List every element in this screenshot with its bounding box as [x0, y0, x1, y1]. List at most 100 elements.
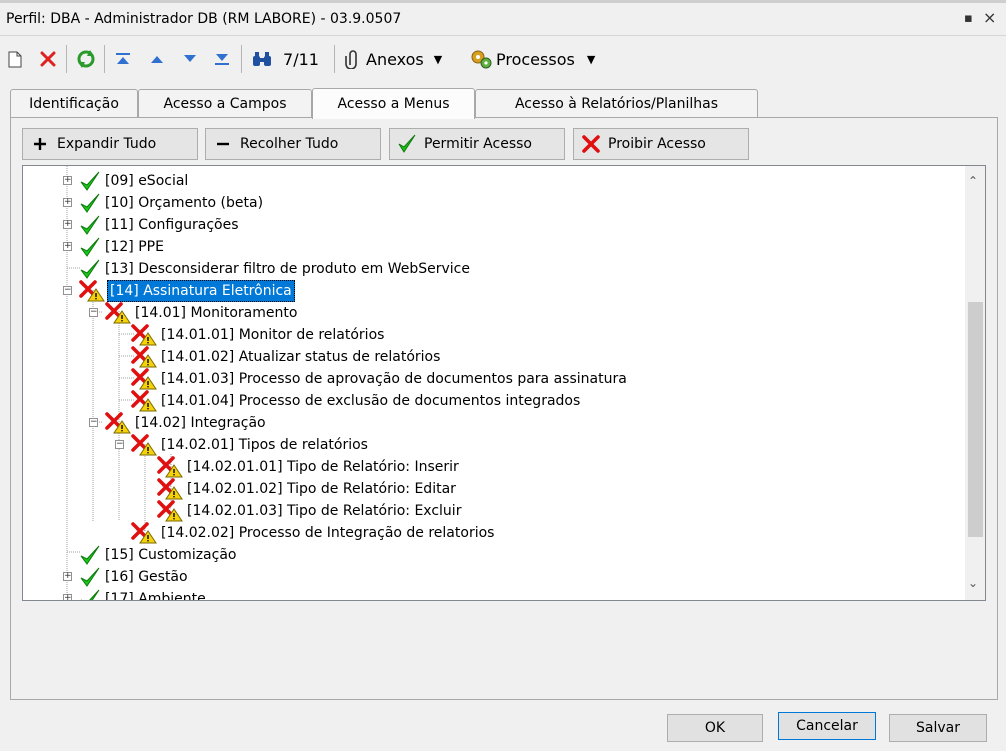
delete-x-icon [40, 51, 56, 67]
last-record-button[interactable] [211, 37, 233, 81]
expand-node-icon[interactable]: + [63, 198, 72, 207]
allowed-check-icon [79, 237, 101, 257]
tree-item-label: [14.02.01] Tipos de relatórios [161, 437, 368, 453]
tree-item[interactable]: [14.01.02] Atualizar status de relatório… [113, 346, 442, 368]
tree-item-label: [16] Gestão [105, 569, 188, 585]
tree-item-label: [14] Assinatura Eletrônica [107, 280, 295, 302]
tree-item[interactable]: [14.01.04] Processo de exclusão de docum… [113, 390, 582, 412]
minus-icon [206, 137, 240, 151]
chevron-down-icon: ▼ [433, 52, 443, 66]
ok-button[interactable]: OK [667, 714, 763, 742]
tree-item-label: [14.02.01.01] Tipo de Relatório: Inserir [187, 459, 459, 475]
tab-label: Acesso à Relatórios/Planilhas [514, 96, 719, 112]
delete-record-button[interactable] [36, 37, 60, 81]
scroll-thumb[interactable] [968, 302, 983, 537]
tab-acesso-relatorios[interactable]: Acesso à Relatórios/Planilhas [475, 89, 758, 118]
attachments-menu-button[interactable]: Anexos ▼ [344, 37, 460, 81]
tree-item[interactable]: − [14.01] Monitoramento [87, 302, 299, 324]
find-button[interactable] [248, 37, 276, 81]
restore-icon[interactable]: ▪ [964, 11, 973, 26]
ok-label: OK [704, 720, 726, 736]
refresh-icon [77, 50, 95, 68]
expand-node-icon[interactable]: + [63, 176, 72, 185]
collapse-node-icon[interactable]: − [89, 418, 98, 427]
menu-tree[interactable]: + [09] eSocial + [10] Orçamento (beta) + [11]… [22, 165, 986, 601]
tree-item-label: [10] Orçamento (beta) [105, 195, 264, 211]
scroll-up-icon[interactable]: ⌃ [968, 174, 978, 188]
denied-warning-icon [131, 346, 157, 368]
toolbar: 7/11 Anexos ▼ Processos ▼ [0, 37, 1006, 81]
previous-record-button[interactable] [146, 37, 168, 81]
tree-item[interactable]: [14.02.02] Processo de Integração de rel… [113, 522, 496, 544]
next-record-button[interactable] [179, 37, 201, 81]
tree-item[interactable]: [14.02.01.01] Tipo de Relatório: Inserir [139, 456, 461, 478]
toolbar-separator [104, 45, 105, 73]
deny-access-button[interactable]: Proibir Acesso [573, 128, 749, 160]
cancel-button[interactable]: Cancelar [778, 712, 876, 740]
collapse-node-icon[interactable]: − [89, 308, 98, 317]
tab-acesso-menus[interactable]: Acesso a Menus [312, 88, 475, 119]
first-record-button[interactable] [112, 37, 134, 81]
vertical-scrollbar[interactable]: ⌃ ⌄ [965, 166, 985, 600]
refresh-button[interactable] [72, 37, 100, 81]
tree-item-label: [09] eSocial [105, 173, 189, 189]
expand-node-icon[interactable]: + [63, 572, 72, 581]
collapse-all-label: Recolher Tudo [240, 136, 339, 152]
save-button[interactable]: Salvar [889, 714, 987, 742]
tab-acesso-campos[interactable]: Acesso a Campos [138, 89, 312, 118]
expand-all-button[interactable]: Expandir Tudo [22, 128, 198, 160]
tree-item-label: [14.01.02] Atualizar status de relatório… [161, 349, 441, 365]
gears-icon [471, 50, 492, 69]
tree-item-label: [12] PPE [105, 239, 164, 255]
expand-node-icon[interactable]: + [63, 594, 72, 600]
deny-access-label: Proibir Acesso [608, 136, 706, 152]
tree-item[interactable]: − [14] Assinatura Eletrônica [61, 280, 295, 302]
tree-item[interactable]: + [09] eSocial [61, 170, 190, 192]
binoculars-icon [253, 52, 271, 66]
allow-access-button[interactable]: Permitir Acesso [389, 128, 565, 160]
expand-node-icon[interactable]: + [63, 242, 72, 251]
allowed-check-icon [79, 545, 101, 565]
denied-warning-icon [131, 522, 157, 544]
tree-item[interactable]: + [16] Gestão [61, 566, 190, 588]
record-position-text: 7/11 [283, 49, 319, 69]
expand-node-icon[interactable]: + [63, 220, 72, 229]
toolbar-separator [241, 45, 242, 73]
tree-item[interactable]: + [12] PPE [61, 236, 166, 258]
collapse-node-icon[interactable]: − [63, 286, 72, 295]
tree-item[interactable]: − [14.02.01] Tipos de relatórios [113, 434, 370, 456]
tree-item[interactable]: + [11] Configurações [61, 214, 241, 236]
tab-label: Acesso a Campos [163, 96, 287, 112]
tree-item[interactable]: [15] Customização [61, 544, 238, 566]
tab-identificacao[interactable]: Identificação [10, 89, 138, 118]
denied-warning-icon [131, 434, 157, 456]
tree-item[interactable]: [14.02.01.02] Tipo de Relatório: Editar [139, 478, 458, 500]
tree-item[interactable]: − [14.02] Integração [87, 412, 268, 434]
tree-item-label: [14.01.04] Processo de exclusão de docum… [161, 393, 581, 409]
scroll-down-icon[interactable]: ⌄ [968, 576, 978, 590]
allowed-check-icon [79, 589, 101, 600]
tree-item-label: [14.02] Integração [135, 415, 266, 431]
tree-item[interactable]: [14.01.01] Monitor de relatórios [113, 324, 386, 346]
tree-item[interactable]: [14.01.03] Processo de aprovação de docu… [113, 368, 629, 390]
tree-item[interactable]: [14.02.01.03] Tipo de Relatório: Excluir [139, 500, 463, 522]
tree-item[interactable]: + [17] Ambiente [61, 588, 208, 600]
processes-menu-button[interactable]: Processos ▼ [470, 37, 610, 81]
tree-item-label: [15] Customização [105, 547, 237, 563]
cancel-label: Cancelar [796, 718, 858, 734]
new-record-button[interactable] [4, 37, 26, 81]
collapse-node-icon[interactable]: − [115, 440, 124, 449]
denied-warning-icon [131, 368, 157, 390]
tree-item[interactable]: [13] Desconsiderar filtro de produto em … [61, 258, 472, 280]
plus-icon [23, 137, 57, 151]
processes-label: Processos [496, 49, 575, 69]
new-document-icon [8, 51, 22, 67]
tree-item[interactable]: + [10] Orçamento (beta) [61, 192, 265, 214]
close-window-icon[interactable]: × [983, 8, 996, 27]
record-position: 7/11 [280, 37, 322, 81]
tab-strip: Identificação Acesso a Campos Acesso a M… [0, 88, 1006, 119]
deny-x-icon [574, 135, 608, 153]
allowed-check-icon [79, 215, 101, 235]
collapse-all-button[interactable]: Recolher Tudo [205, 128, 381, 160]
tree-item-label: [14.01.03] Processo de aprovação de docu… [161, 371, 627, 387]
